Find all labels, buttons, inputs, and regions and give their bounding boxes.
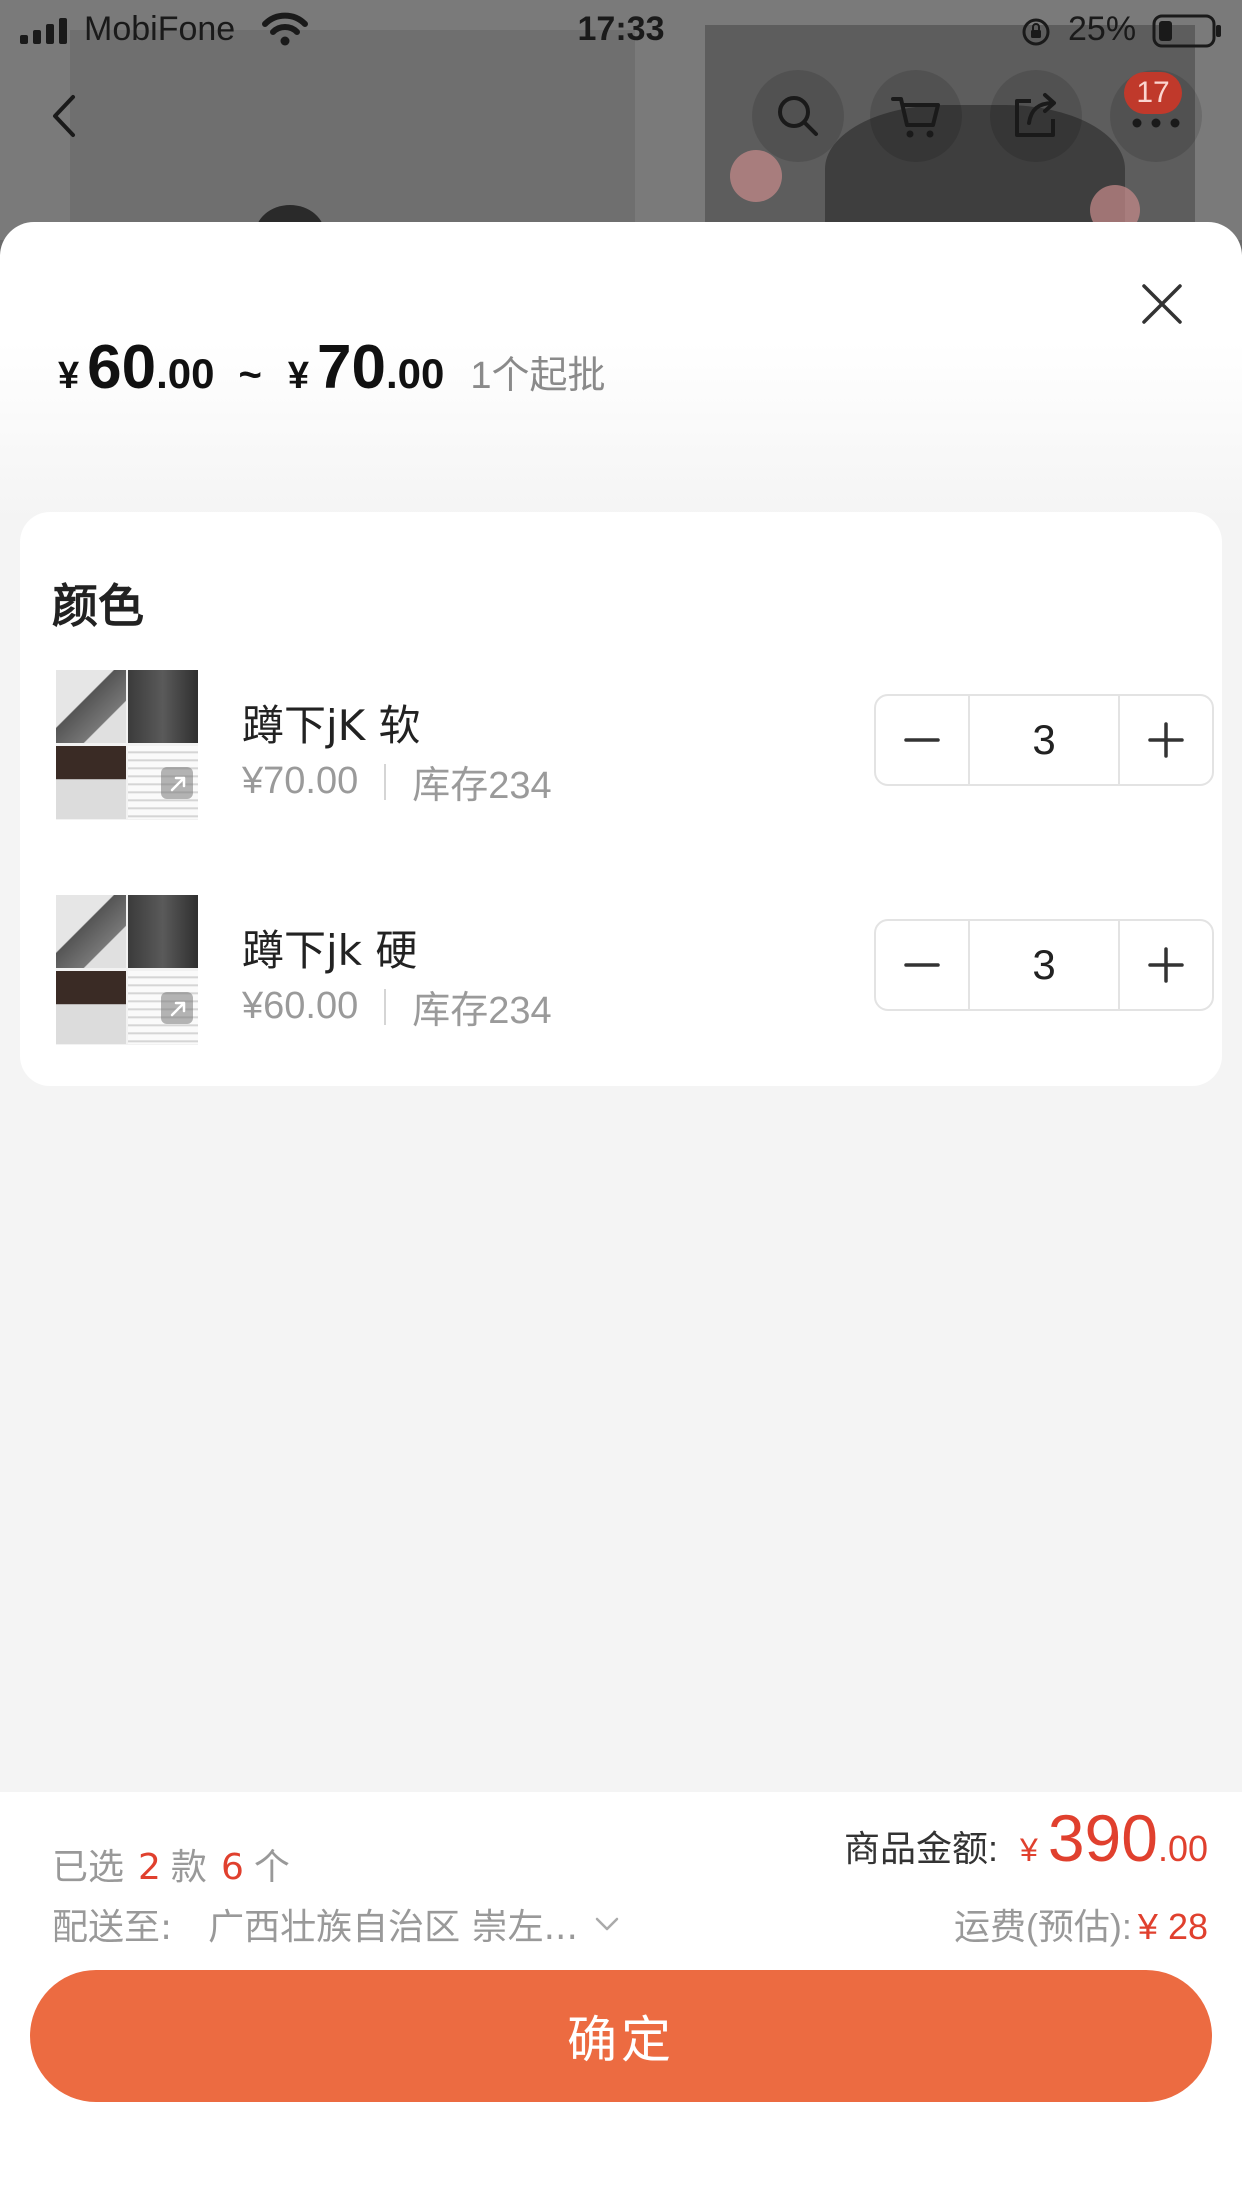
variant-meta: ¥70.00 库存234: [242, 754, 552, 809]
amount-label: 商品金额:: [844, 1828, 999, 1869]
clock: 17:33: [577, 10, 665, 48]
back-button[interactable]: [20, 70, 112, 162]
battery-percent: 25%: [1068, 10, 1137, 48]
amount-integer: 390: [1047, 1801, 1158, 1875]
amount-decimal: .00: [1157, 1828, 1208, 1869]
min-price-integer: 60: [87, 333, 157, 402]
plus-icon: [1148, 722, 1184, 758]
confirm-button[interactable]: 确定: [30, 1970, 1212, 2102]
expand-icon: [161, 992, 193, 1024]
quantity-stepper: 3: [874, 919, 1214, 1011]
variant-stock: 库存234: [412, 990, 552, 1032]
total-amount: 商品金额: ¥ 390 .00: [844, 1800, 1208, 1876]
share-icon: [1015, 93, 1056, 137]
chevron-left-icon: [53, 95, 75, 137]
cart-button[interactable]: [870, 70, 962, 162]
selected-prefix: 已选: [52, 1847, 125, 1888]
variant-row: 蹲下jk 硬 ¥60.00 库存234 3: [56, 895, 1216, 1045]
variant-stock: 库存234: [412, 765, 552, 807]
selection-summary: 已选 2 款 6 个: [52, 1838, 290, 1890]
minus-icon: [904, 738, 940, 742]
divider: [384, 988, 387, 1025]
rotation-lock-icon: [1022, 18, 1050, 46]
divider: [384, 763, 387, 800]
cart-icon: [891, 97, 940, 138]
search-button[interactable]: [752, 70, 844, 162]
currency-symbol: ¥: [287, 355, 309, 397]
quantity-input[interactable]: 3: [968, 696, 1120, 784]
chevron-down-icon: [595, 1917, 619, 1931]
decrement-button[interactable]: [876, 696, 968, 784]
ship-address: 广西壮族自治区 崇左...: [208, 1907, 578, 1948]
message-count-badge: 17: [1124, 72, 1182, 114]
share-button[interactable]: [990, 70, 1082, 162]
increment-button[interactable]: [1120, 696, 1212, 784]
status-bar: MobiFone 17:33 25%: [0, 0, 1242, 62]
quantity-input[interactable]: 3: [968, 921, 1120, 1009]
search-icon: [778, 96, 818, 136]
minimum-order-quantity: 1个起批: [470, 355, 606, 397]
increment-button[interactable]: [1120, 921, 1212, 1009]
color-variant-card: 颜色 蹲下jK 软 ¥70.00 库存234 3 蹲下jk 硬 ¥60.00 库…: [20, 512, 1222, 1086]
plus-icon: [1148, 947, 1184, 983]
decrement-button[interactable]: [876, 921, 968, 1009]
currency-symbol: ¥: [58, 355, 80, 397]
count-unit: 个: [253, 1847, 290, 1888]
close-icon[interactable]: [1132, 274, 1192, 334]
minus-icon: [904, 963, 940, 967]
variant-name: 蹲下jK 软: [242, 701, 421, 750]
variant-thumbnail[interactable]: [56, 895, 198, 1045]
fee-value: ¥ 28: [1137, 1906, 1208, 1947]
shipping-address-selector[interactable]: 配送至: 广西壮族自治区 崇左...: [52, 1898, 622, 1950]
selected-styles-count: 2: [138, 1847, 161, 1888]
quantity-stepper: 3: [874, 694, 1214, 786]
price-range: ¥ 60 .00 ~ ¥ 70 .00 1个起批: [58, 332, 606, 412]
max-price-decimal: .00: [385, 350, 445, 397]
variant-meta: ¥60.00 库存234: [242, 979, 552, 1034]
selected-items-count: 6: [220, 1847, 244, 1888]
section-title-color: 颜色: [52, 579, 144, 633]
fee-label: 运费(预估):: [953, 1906, 1132, 1947]
expand-icon: [161, 767, 193, 799]
battery-icon: [1152, 14, 1221, 48]
variant-name: 蹲下jk 硬: [242, 926, 418, 975]
price-separator: ~: [238, 353, 262, 397]
variant-thumbnail[interactable]: [56, 670, 198, 820]
min-price-decimal: .00: [156, 350, 215, 397]
variant-row: 蹲下jK 软 ¥70.00 库存234 3: [56, 670, 1216, 820]
max-price-integer: 70: [317, 333, 386, 402]
variant-price: ¥60.00: [242, 985, 359, 1027]
currency-symbol: ¥: [1020, 1832, 1038, 1868]
product-nav-bar: 17: [0, 70, 1242, 170]
ship-label: 配送至:: [52, 1907, 173, 1948]
shipping-fee: 运费(预估): ¥ 28: [954, 1898, 1208, 1950]
order-footer: 已选 2 款 6 个 商品金额: ¥ 390 .00 配送至: 广西壮族自治区 崇左..…: [0, 1792, 1242, 2208]
variant-price: ¥70.00: [242, 760, 359, 802]
styles-unit: 款: [170, 1847, 207, 1888]
